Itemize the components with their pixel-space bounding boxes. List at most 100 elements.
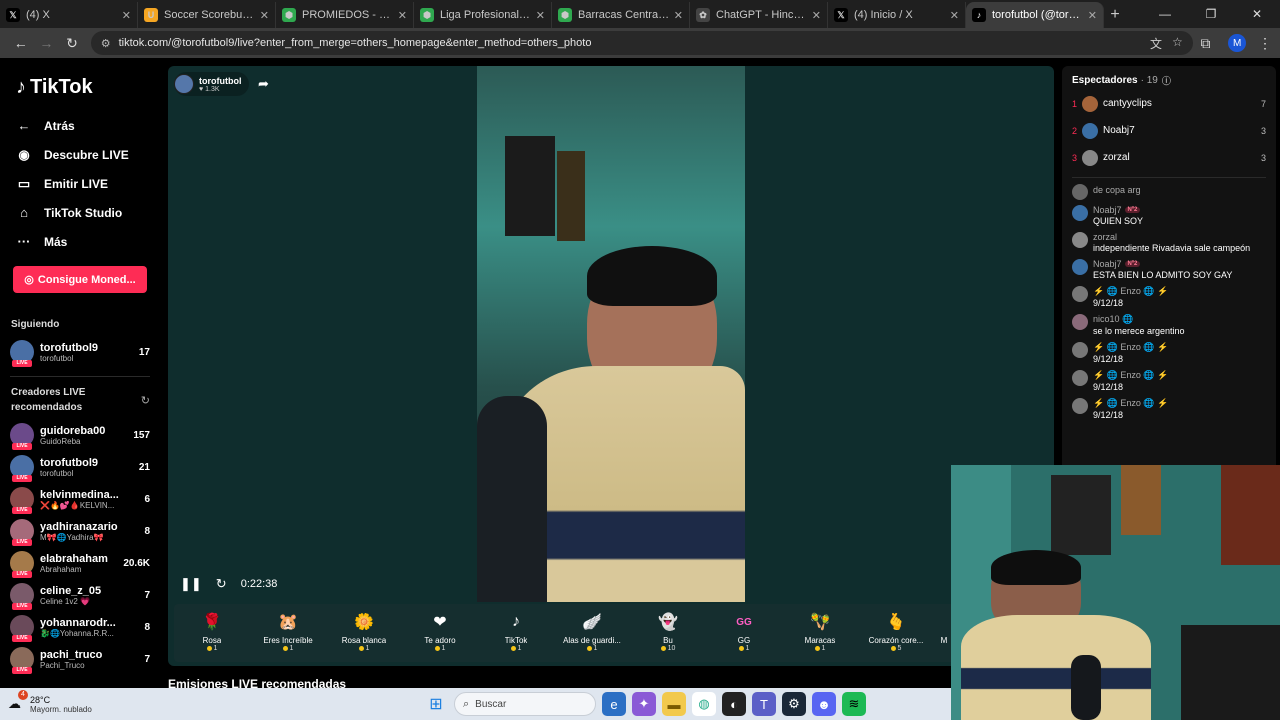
tab-close-icon[interactable]: ✕ — [122, 9, 131, 22]
sidebar-nav-item[interactable]: ⌂ TikTok Studio — [14, 198, 150, 227]
picture-in-picture-video[interactable] — [951, 465, 1280, 720]
top-viewer-item[interactable]: 3 zorzal 3 — [1072, 144, 1266, 171]
live-creator-item[interactable]: LIVE pachi_truco Pachi_Truco 7 — [10, 643, 150, 675]
sidebar-nav-item[interactable]: ← Atrás — [14, 111, 150, 140]
spotify-icon[interactable]: ≋ — [842, 692, 866, 716]
info-icon[interactable]: ⓘ — [1162, 74, 1171, 87]
tab-close-icon[interactable]: ✕ — [812, 9, 821, 22]
browser-tab[interactable]: ⬢ Barracas Central Vs Boca ✕ — [552, 2, 690, 28]
chat-username[interactable]: ⚡ 🌐 Enzo 🌐 ⚡ — [1093, 342, 1168, 353]
chat-username[interactable]: Noabj7 — [1093, 259, 1122, 269]
back-icon[interactable]: ← — [8, 30, 34, 56]
streamer-avatar[interactable] — [174, 74, 194, 94]
edge-icon[interactable]: e — [602, 692, 626, 716]
close-window-icon[interactable]: ✕ — [1234, 0, 1280, 28]
refresh-icon[interactable]: ↻ — [141, 394, 150, 407]
forward-icon[interactable]: → — [34, 30, 60, 56]
refresh-stream-icon[interactable]: ↻ — [216, 576, 227, 592]
discord-icon[interactable]: ☻ — [812, 692, 836, 716]
avatar[interactable] — [1072, 184, 1088, 200]
avatar[interactable] — [1072, 342, 1088, 358]
gift-item[interactable]: 🫰 Corazón core... 5 — [858, 610, 934, 652]
sidebar-nav-item[interactable]: ◉ Descubre LIVE — [14, 140, 150, 169]
avatar[interactable] — [1072, 286, 1088, 302]
browser-tab[interactable]: 𝕏 (4) X ✕ — [0, 2, 138, 28]
gift-item[interactable]: 🪽 Alas de guardi... 1 — [554, 610, 630, 652]
chat-username[interactable]: zorzal — [1093, 232, 1117, 242]
share-icon[interactable]: ➦ — [258, 76, 269, 92]
tab-close-icon[interactable]: ✕ — [398, 9, 407, 22]
chat-username[interactable]: Noabj7 — [1093, 205, 1122, 215]
live-creator-item[interactable]: LIVE torofutbol9 torofutbol 17 — [10, 336, 150, 368]
browser-tab[interactable]: U Soccer Scorebug - Fresh ✕ — [138, 2, 276, 28]
avatar[interactable] — [1072, 314, 1088, 330]
bookmark-star-icon[interactable]: ☆ — [1172, 35, 1183, 52]
avatar: LIVE — [10, 423, 34, 450]
chrome-icon[interactable]: ◍ — [692, 692, 716, 716]
file-explorer-icon[interactable]: ▬ — [662, 692, 686, 716]
restore-icon[interactable]: ❐ — [1188, 0, 1234, 28]
pause-icon[interactable]: ❚❚ — [180, 576, 202, 592]
gift-item[interactable]: 👻 Bu 10 — [630, 610, 706, 652]
steam-icon[interactable]: ⚙ — [782, 692, 806, 716]
tab-close-icon[interactable]: ✕ — [674, 9, 683, 22]
browser-tab[interactable]: 𝕏 (4) Inicio / X ✕ — [828, 2, 966, 28]
windows-start-icon[interactable]: ⊞ — [424, 692, 448, 716]
avatar[interactable] — [1072, 259, 1088, 275]
avatar[interactable] — [1072, 205, 1088, 221]
tiktok-logo[interactable]: ♪ TikTok — [16, 76, 150, 99]
weather-widget[interactable]: ☁ 4 28°C Mayorm. nublado — [8, 690, 118, 714]
sidebar-nav-item[interactable]: ··· Más — [14, 227, 150, 256]
gift-item[interactable]: GG GG 1 — [706, 610, 782, 653]
chat-username[interactable]: nico10 🌐 — [1093, 314, 1133, 325]
live-video[interactable] — [477, 66, 745, 602]
browser-tab[interactable]: ♪ torofutbol (@torofutb ✕ — [966, 2, 1104, 28]
live-creator-item[interactable]: LIVE yadhiranazario M🎀🌐Yadhira🎀 8 — [10, 515, 150, 547]
live-creator-item[interactable]: LIVE elabrahaham Abrahaham 20.6K — [10, 547, 150, 579]
chat-username[interactable]: ⚡ 🌐 Enzo 🌐 ⚡ — [1093, 398, 1168, 409]
live-creator-item[interactable]: LIVE torofutbol9 torofutbol 21 — [10, 451, 150, 483]
tab-close-icon[interactable]: ✕ — [260, 9, 269, 22]
live-creator-item[interactable]: LIVE yohannarodr... 🐉🌐Yohanna.R.R... 8 — [10, 611, 150, 643]
profile-avatar[interactable]: M — [1228, 34, 1247, 52]
browser-menu-icon[interactable]: ⋮ — [1258, 35, 1272, 52]
browser-tab[interactable]: ✿ ChatGPT - Hincha enmas ✕ — [690, 2, 828, 28]
avatar[interactable] — [1072, 398, 1088, 414]
get-coins-button[interactable]: ◎ Consigue Moned... — [13, 266, 147, 293]
tab-close-icon[interactable]: ✕ — [1088, 9, 1097, 22]
gift-item[interactable]: 🌹 Rosa 1 — [174, 610, 250, 652]
tab-close-icon[interactable]: ✕ — [536, 9, 545, 22]
live-creator-item[interactable]: LIVE celine_z_05 Celine 1v2 💗 7 — [10, 579, 150, 611]
taskbar-search[interactable]: ⌕ Buscar — [454, 692, 596, 716]
streamer-badge[interactable]: torofutbol ♥ 1.3K — [174, 72, 250, 96]
live-creator-item[interactable]: LIVE kelvinmedina... ❌🔥💕🩸KELVIN... 6 — [10, 483, 150, 515]
new-tab-button[interactable]: + — [1104, 2, 1126, 28]
gift-item[interactable]: 🪇 Maracas 1 — [782, 610, 858, 652]
gift-item[interactable]: 🐹 Eres Increíble 1 — [250, 610, 326, 652]
chat-username[interactable]: ⚡ 🌐 Enzo 🌐 ⚡ — [1093, 370, 1168, 381]
live-player[interactable]: torofutbol ♥ 1.3K ➦ ❚❚ ↻ 0:22:38 🌹 Rosa 1 🐹… — [168, 66, 1054, 666]
avatar[interactable] — [1072, 370, 1088, 386]
site-info-icon[interactable]: ⚙ — [101, 37, 111, 50]
sidebar-nav-item[interactable]: ▭ Emitir LIVE — [14, 169, 150, 198]
copilot-icon[interactable]: ✦ — [632, 692, 656, 716]
chat-username[interactable]: ⚡ 🌐 Enzo 🌐 ⚡ — [1093, 286, 1168, 297]
url-field[interactable]: ⚙ tiktok.com/@torofutbol9/live?enter_fro… — [90, 31, 1193, 55]
avatar[interactable] — [1072, 232, 1088, 248]
gift-item[interactable]: ♪ TikTok 1 — [478, 610, 554, 652]
gift-item[interactable]: ❤ Te adoro 1 — [402, 610, 478, 652]
reload-icon[interactable]: ↻ — [59, 30, 85, 56]
teams-icon[interactable]: T — [752, 692, 776, 716]
top-viewer-item[interactable]: 1 cantyyclips 7 — [1072, 90, 1266, 117]
app-icon[interactable]: ◐ — [722, 692, 746, 716]
top-viewer-item[interactable]: 2 Noabj7 3 — [1072, 117, 1266, 144]
extensions-icon[interactable]: ⧉ — [1193, 30, 1219, 56]
minimize-icon[interactable]: — — [1142, 0, 1188, 28]
browser-tab[interactable]: ⬢ Liga Profesional Argentin ✕ — [414, 2, 552, 28]
live-creator-item[interactable]: LIVE guidoreba00 GuidoReba 157 — [10, 419, 150, 451]
browser-tab[interactable]: ⬢ PROMIEDOS - Futbol Arg ✕ — [276, 2, 414, 28]
translate-icon[interactable]: 文 — [1150, 35, 1162, 52]
chat-username-row: zorzal — [1093, 232, 1250, 242]
tab-close-icon[interactable]: ✕ — [950, 9, 959, 22]
gift-item[interactable]: 🌼 Rosa blanca 1 — [326, 610, 402, 652]
